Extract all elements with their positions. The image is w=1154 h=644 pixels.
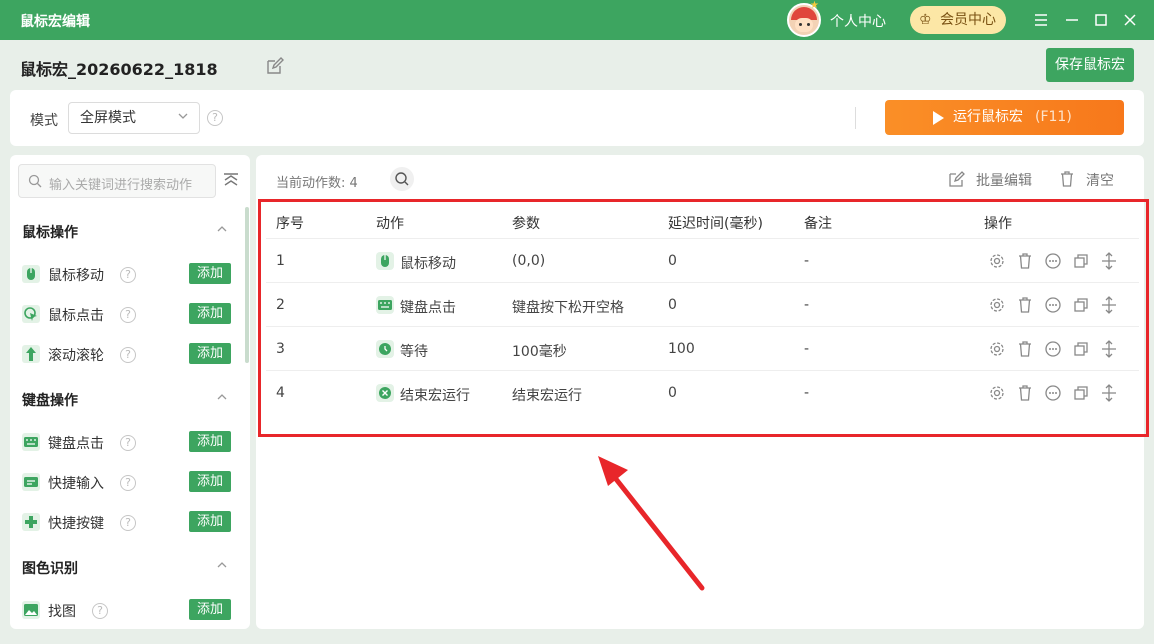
action-sidebar: 输入关键词进行搜索动作 鼠标操作 鼠标移动 ? 添加 鼠标点击 ? 添加 滚动滚… — [10, 155, 250, 629]
sidebar-scrollbar[interactable] — [245, 207, 249, 363]
help-icon[interactable]: ? — [120, 307, 136, 323]
add-button[interactable]: 添加 — [189, 471, 231, 492]
play-icon — [933, 111, 944, 125]
mouse-click-icon — [22, 305, 40, 323]
search-icon — [28, 174, 42, 188]
help-icon[interactable]: ? — [120, 475, 136, 491]
help-icon[interactable]: ? — [120, 515, 136, 531]
minimize-icon[interactable] — [1062, 8, 1082, 32]
scroll-wheel-icon — [22, 345, 40, 363]
help-icon[interactable]: ? — [92, 603, 108, 619]
annotation-arrow — [598, 456, 705, 591]
highlight-box — [258, 199, 1149, 437]
avatar-crown-icon: ★ — [810, 0, 819, 11]
sidebar-item-mouse-move: 鼠标移动 ? 添加 — [22, 262, 232, 286]
divider — [855, 107, 856, 129]
group-title-mouse: 鼠标操作 — [22, 225, 78, 241]
add-button[interactable]: 添加 — [189, 511, 231, 532]
sidebar-item-label: 快捷按键 — [48, 516, 104, 532]
app-title: 鼠标宏编辑 — [20, 14, 90, 30]
run-macro-button[interactable]: 运行鼠标宏 (F11) — [885, 100, 1124, 135]
help-icon[interactable]: ? — [120, 435, 136, 451]
group-title-keyboard: 键盘操作 — [22, 393, 78, 409]
title-bar: 鼠标宏编辑 ★ 个人中心 ♔ 会员中心 — [0, 0, 1154, 40]
chevron-up-icon[interactable] — [216, 391, 228, 406]
mode-select[interactable]: 全屏模式 — [68, 102, 200, 134]
help-icon[interactable]: ? — [120, 267, 136, 283]
quick-input-icon — [22, 473, 40, 491]
mouse-icon — [22, 265, 40, 283]
vip-center-button[interactable]: ♔ 会员中心 — [910, 6, 1006, 34]
save-macro-button[interactable]: 保存鼠标宏 — [1046, 48, 1134, 82]
run-macro-label: 运行鼠标宏 — [953, 109, 1023, 125]
add-button[interactable]: 添加 — [189, 303, 231, 324]
clear-button[interactable]: 清空 — [1058, 170, 1114, 190]
macro-name: 鼠标宏_20260622_1818 — [20, 60, 218, 79]
mode-panel: 模式 全屏模式 ? 运行鼠标宏 (F11) — [10, 90, 1144, 146]
add-button[interactable]: 添加 — [189, 599, 231, 620]
find-action-button[interactable] — [390, 167, 414, 191]
crown-icon: ♔ — [919, 12, 932, 28]
run-hotkey: (F11) — [1035, 109, 1072, 125]
sidebar-item-label: 鼠标移动 — [48, 268, 104, 284]
chevron-up-icon[interactable] — [216, 223, 228, 238]
trash-icon — [1061, 171, 1073, 187]
mode-selected-value: 全屏模式 — [80, 110, 136, 126]
menu-icon[interactable] — [1031, 8, 1051, 32]
add-button[interactable]: 添加 — [189, 431, 231, 452]
search-icon — [395, 172, 409, 186]
sidebar-item-key-press: 键盘点击 ? 添加 — [22, 430, 232, 454]
collapse-all-icon[interactable] — [222, 171, 240, 189]
sidebar-item-find-image: 找图 ? 添加 — [22, 598, 232, 622]
add-button[interactable]: 添加 — [189, 263, 231, 284]
user-center-link[interactable]: 个人中心 — [830, 11, 886, 31]
search-placeholder: 输入关键词进行搜索动作 — [49, 178, 193, 193]
maximize-icon[interactable] — [1091, 8, 1111, 32]
sidebar-item-scroll-wheel: 滚动滚轮 ? 添加 — [22, 342, 232, 366]
chevron-down-icon — [177, 103, 189, 133]
edit-icon — [949, 171, 965, 187]
chevron-up-icon[interactable] — [216, 559, 228, 574]
sidebar-item-hotkey: 快捷按键 ? 添加 — [22, 510, 232, 534]
action-search-input[interactable]: 输入关键词进行搜索动作 — [18, 164, 216, 198]
group-title-image-color: 图色识别 — [22, 561, 78, 577]
mode-help-icon[interactable]: ? — [207, 110, 223, 126]
gamepad-icon — [22, 513, 40, 531]
sidebar-item-label: 找图 — [48, 604, 76, 620]
action-count: 当前动作数: 4 — [276, 176, 358, 191]
sidebar-item-quick-input: 快捷输入 ? 添加 — [22, 470, 232, 494]
sidebar-item-label: 鼠标点击 — [48, 308, 104, 324]
bulk-edit-button[interactable]: 批量编辑 — [948, 170, 1032, 190]
keyboard-icon — [22, 433, 40, 451]
macro-header: 鼠标宏_20260622_1818 保存鼠标宏 — [0, 40, 1154, 90]
rename-edit-icon[interactable] — [265, 56, 285, 76]
sidebar-item-label: 滚动滚轮 — [48, 348, 104, 364]
mode-label: 模式 — [30, 113, 58, 129]
help-icon[interactable]: ? — [120, 347, 136, 363]
close-icon[interactable] — [1120, 8, 1140, 32]
sidebar-item-label: 键盘点击 — [48, 436, 104, 452]
sidebar-item-label: 快捷输入 — [48, 476, 104, 492]
vip-center-label: 会员中心 — [940, 12, 996, 28]
sidebar-item-mouse-click: 鼠标点击 ? 添加 — [22, 302, 232, 326]
add-button[interactable]: 添加 — [189, 343, 231, 364]
image-icon — [22, 601, 40, 619]
